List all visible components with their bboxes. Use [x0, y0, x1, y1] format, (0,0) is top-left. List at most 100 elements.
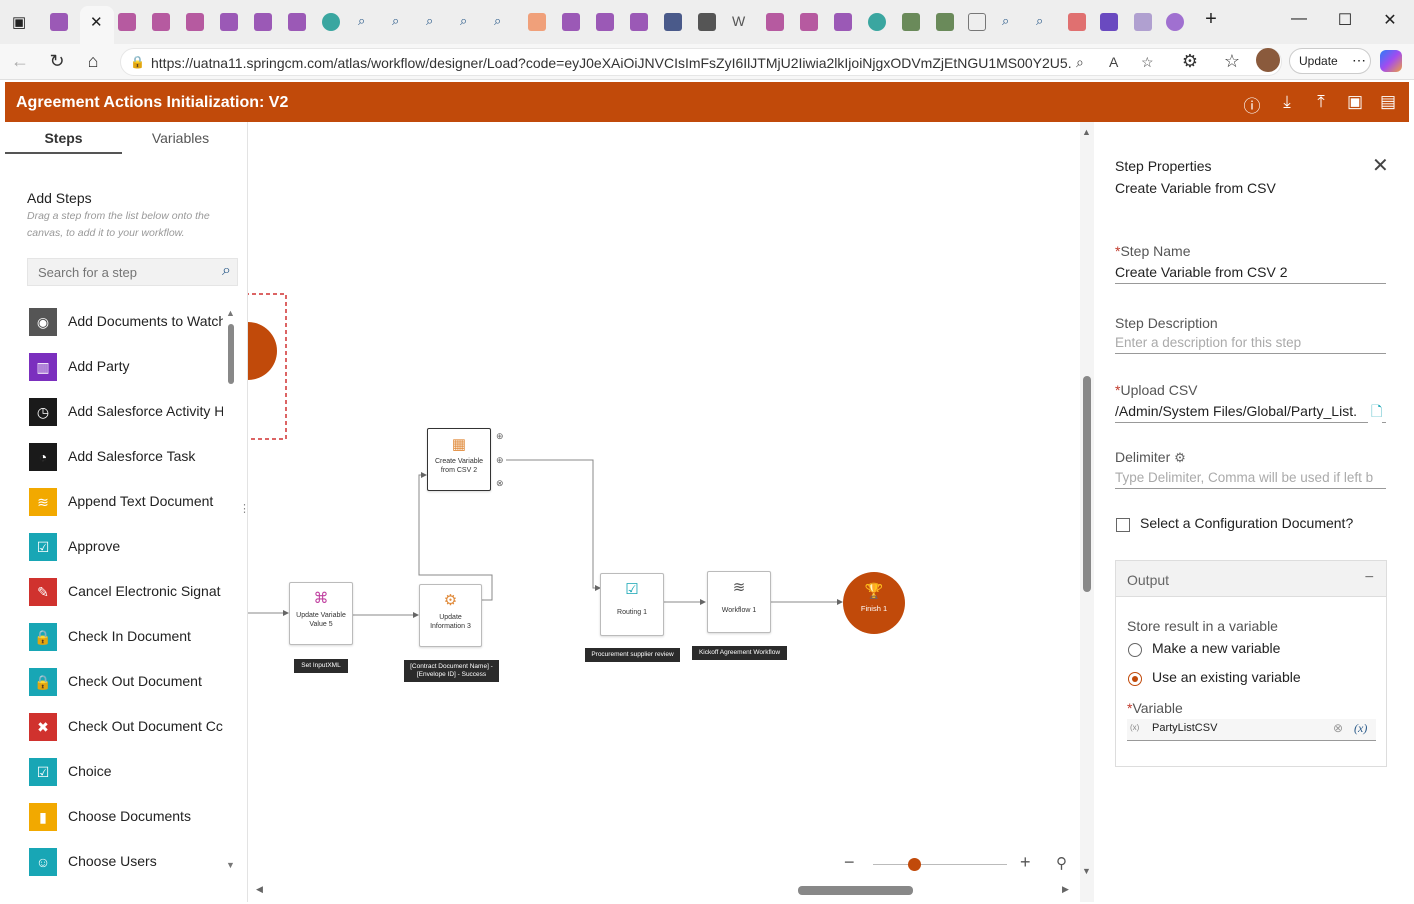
- routing-node[interactable]: ☑ Routing 1: [600, 573, 664, 636]
- clear-icon[interactable]: ⊗: [1333, 721, 1343, 735]
- tab-favicon[interactable]: [1068, 13, 1086, 31]
- step-list-item[interactable]: ▥ Add Party: [27, 353, 223, 383]
- tab-favicon[interactable]: [868, 13, 886, 31]
- tab-favicon[interactable]: [186, 13, 204, 31]
- use-existing-variable-radio[interactable]: [1128, 672, 1142, 686]
- finish-node[interactable]: 🏆 Finish 1: [843, 572, 905, 634]
- tab-favicon[interactable]: [698, 13, 716, 31]
- tab-favicon[interactable]: [1100, 13, 1118, 31]
- more-icon[interactable]: ⋯: [1352, 52, 1366, 69]
- tab-favicon[interactable]: [902, 13, 920, 31]
- step-list-item[interactable]: ☺ Choose Users: [27, 848, 223, 878]
- step-name-field[interactable]: Create Variable from CSV 2: [1115, 264, 1386, 284]
- download-icon[interactable]: ⤓: [1276, 92, 1298, 112]
- file-icon[interactable]: 🗋: [1368, 401, 1383, 425]
- zoom-in-icon[interactable]: +: [1020, 852, 1031, 873]
- scroll-up-icon[interactable]: ▲: [226, 308, 235, 318]
- horizontal-scroll-thumb[interactable]: [798, 886, 913, 895]
- step-list-item[interactable]: ☑ Approve: [27, 533, 223, 563]
- zoom-track[interactable]: [873, 864, 1007, 865]
- close-window-icon[interactable]: ✕: [1375, 10, 1405, 30]
- tab-favicon[interactable]: [288, 13, 306, 31]
- tab-favicon[interactable]: [220, 13, 238, 31]
- config-document-checkbox[interactable]: [1116, 518, 1130, 532]
- step-list-item[interactable]: ◷ Add Salesforce Activity H: [27, 398, 223, 428]
- search-tab-icon[interactable]: ⌕: [358, 13, 376, 31]
- make-new-variable-radio[interactable]: [1128, 643, 1142, 657]
- tab-favicon[interactable]: [968, 13, 986, 31]
- gear-icon[interactable]: ⚙: [1174, 450, 1186, 465]
- update-button[interactable]: Update ⋯: [1289, 48, 1371, 74]
- search-tab-icon[interactable]: ⌕: [1002, 13, 1020, 31]
- zoom-slider-handle[interactable]: [908, 858, 921, 871]
- step-description-field[interactable]: Enter a description for this step: [1115, 335, 1386, 354]
- step-list-item[interactable]: ✎ Cancel Electronic Signat: [27, 578, 223, 608]
- tab-favicon[interactable]: [800, 13, 818, 31]
- canvas-vertical-scrollbar[interactable]: ▲ ▼: [1080, 122, 1094, 902]
- tab-favicon[interactable]: [152, 13, 170, 31]
- tab-steps[interactable]: Steps: [5, 130, 122, 154]
- zoom-icon[interactable]: ⌕: [1076, 54, 1084, 71]
- tab-variables[interactable]: Variables: [122, 130, 239, 154]
- info-icon[interactable]: ⓘ: [1241, 92, 1263, 117]
- search-tab-icon[interactable]: ⌕: [460, 13, 478, 31]
- tab-favicon[interactable]: [118, 13, 136, 31]
- workflow-node[interactable]: ≋ Workflow 1: [707, 571, 771, 633]
- url-field[interactable]: 🔒 https://uatna11.springcm.com/atlas/wor…: [120, 48, 1282, 76]
- scroll-thumb[interactable]: [228, 324, 234, 384]
- upload-csv-field[interactable]: /Admin/System Files/Global/Party_List.: [1115, 403, 1386, 423]
- create-variable-node[interactable]: ▦ Create Variable from CSV 2: [427, 428, 491, 491]
- back-icon[interactable]: ←: [8, 51, 32, 72]
- step-list-item[interactable]: ◉ Add Documents to Watch: [27, 308, 223, 338]
- tab-favicon[interactable]: [50, 13, 68, 31]
- step-list-item[interactable]: ◔ Add Salesforce Task: [27, 443, 223, 473]
- favorite-icon[interactable]: ☆: [1141, 54, 1154, 71]
- step-list-item[interactable]: ▮ Choose Documents: [27, 803, 223, 833]
- search-icon[interactable]: ⌕: [222, 262, 231, 280]
- favorites-icon[interactable]: ☆: [1220, 51, 1244, 72]
- extensions-icon[interactable]: ⚙: [1178, 51, 1202, 72]
- search-tab-icon[interactable]: ⌕: [392, 13, 410, 31]
- workflow-canvas[interactable]: ▦ Create Variable from CSV 2 ⊕ ⊕ ⊗ ⌘ Upd…: [248, 122, 1080, 902]
- home-icon[interactable]: ⌂: [81, 51, 105, 72]
- zoom-out-icon[interactable]: −: [844, 852, 855, 873]
- step-search-input[interactable]: [38, 265, 208, 280]
- tab-favicon[interactable]: [664, 13, 682, 31]
- tab-favicon[interactable]: [1134, 13, 1152, 31]
- tab-favicon[interactable]: [630, 13, 648, 31]
- tab-favicon[interactable]: [1166, 13, 1184, 31]
- add-branch-icon[interactable]: ⊗: [496, 478, 504, 489]
- search-tab-icon[interactable]: ⌕: [426, 13, 444, 31]
- close-icon[interactable]: ✕: [1372, 153, 1389, 178]
- scroll-right-icon[interactable]: ▶: [1062, 884, 1069, 895]
- wikipedia-tab-icon[interactable]: W: [732, 13, 750, 31]
- step-list-item[interactable]: 🔒 Check In Document: [27, 623, 223, 653]
- maximize-icon[interactable]: ☐: [1330, 10, 1360, 30]
- clipboard-icon[interactable]: ▤: [1377, 92, 1399, 112]
- step-list-scrollbar[interactable]: ▲ ▼: [226, 308, 235, 870]
- add-branch-icon[interactable]: ⊕: [496, 455, 504, 466]
- location-pin-icon[interactable]: ⚲: [1056, 854, 1067, 872]
- step-list-item[interactable]: ✖ Check Out Document Cc: [27, 713, 223, 743]
- delimiter-field[interactable]: Type Delimiter, Comma will be used if le…: [1115, 470, 1386, 489]
- search-tab-icon[interactable]: ⌕: [494, 13, 512, 31]
- new-tab-icon[interactable]: +: [1196, 8, 1226, 31]
- tab-favicon[interactable]: [766, 13, 784, 31]
- add-branch-icon[interactable]: ⊕: [496, 431, 504, 442]
- step-list-item[interactable]: ☑ Choice: [27, 758, 223, 788]
- update-information-node[interactable]: ⚙ Update Information 3: [419, 584, 482, 647]
- tab-favicon[interactable]: [834, 13, 852, 31]
- refresh-icon[interactable]: ↻: [45, 51, 69, 72]
- step-list-item[interactable]: 🔒 Check Out Document: [27, 668, 223, 698]
- save-icon[interactable]: ▣: [1344, 92, 1366, 112]
- tab-actions-icon[interactable]: ▣: [12, 13, 30, 31]
- upload-icon[interactable]: ⤒: [1310, 92, 1332, 112]
- scroll-down-icon[interactable]: ▼: [1082, 866, 1091, 876]
- variable-select[interactable]: (x) PartyListCSV ⊗: [1127, 719, 1376, 741]
- copilot-icon[interactable]: [1380, 50, 1402, 72]
- active-tab[interactable]: ✕: [80, 6, 114, 44]
- collapse-icon[interactable]: −: [1365, 569, 1374, 587]
- minimize-icon[interactable]: —: [1284, 10, 1314, 28]
- variable-picker-icon[interactable]: (x): [1354, 721, 1367, 736]
- lock-icon[interactable]: 🔒: [130, 55, 145, 69]
